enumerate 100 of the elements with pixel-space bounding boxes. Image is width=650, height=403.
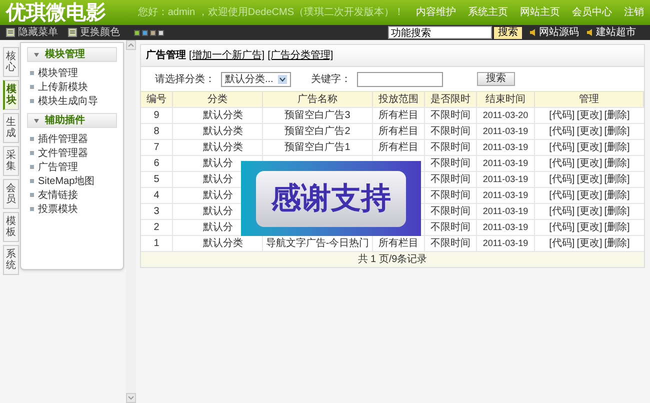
section-header[interactable]: 模块管理 <box>27 47 117 62</box>
table-cell-text: 默认分 <box>203 221 233 235</box>
action-link[interactable]: [更改] <box>576 188 602 203</box>
column-header: 管理 <box>535 92 644 107</box>
table-cell-text: 不限时间 <box>430 204 470 219</box>
side-tab[interactable]: 会员 <box>3 179 19 209</box>
action-link[interactable]: [更改] <box>576 220 602 235</box>
toolbar-button[interactable]: 隐藏菜单 <box>6 25 58 40</box>
panel-link[interactable]: [增加一个新广告] <box>189 48 265 63</box>
action-link[interactable]: [删除] <box>604 220 630 235</box>
action-link[interactable]: [更改] <box>576 172 602 187</box>
table-cell-text: 9 <box>154 109 160 123</box>
table-cell-text: 4 <box>154 189 160 203</box>
action-link[interactable]: [删除] <box>604 124 630 139</box>
sidebar-item[interactable]: 模块管理 <box>27 66 117 80</box>
action-link[interactable]: [代码] <box>549 156 575 171</box>
action-link[interactable]: [代码] <box>549 236 575 251</box>
section-header[interactable]: 辅助插件 <box>27 113 117 128</box>
side-tab[interactable]: 采集 <box>3 146 19 176</box>
table-cell-text: 默认分 <box>203 205 233 219</box>
action-link[interactable]: [代码] <box>549 172 575 187</box>
action-link[interactable]: [更改] <box>576 156 602 171</box>
sidebar-item[interactable]: 广告管理 <box>27 160 117 174</box>
action-link[interactable]: [代码] <box>549 204 575 219</box>
bullet-icon <box>30 165 34 169</box>
column-header: 是否限时 <box>425 92 477 107</box>
action-link[interactable]: [更改] <box>576 140 602 155</box>
panel-title: 广告管理 <box>146 48 186 63</box>
list-icon <box>6 28 15 37</box>
sidebar-item[interactable]: 友情链接 <box>27 188 117 202</box>
side-tab[interactable]: 系统 <box>3 245 19 275</box>
side-tab[interactable]: 模板 <box>3 212 19 242</box>
table-cell-text: 2 <box>154 221 160 235</box>
table-cell-text: 5 <box>154 173 160 187</box>
side-tab[interactable]: 生成 <box>3 113 19 143</box>
table-cell-text: 不限时间 <box>430 124 470 139</box>
search-button[interactable]: 搜索 <box>494 26 522 38</box>
search-field[interactable]: 功能搜索 <box>388 26 492 39</box>
table-cell-text: 默认分 <box>203 189 233 203</box>
filter-label: 关键字： <box>311 72 351 86</box>
panel-link[interactable]: [广告分类管理] <box>268 48 334 63</box>
table-cell-text: 预留空白广告3 <box>284 108 350 123</box>
filter-label: 请选择分类： <box>155 72 215 86</box>
caret-icon <box>34 118 39 122</box>
table-cell-text: 所有栏目 <box>378 108 418 123</box>
color-swatch[interactable] <box>142 30 148 36</box>
bullet-icon <box>30 207 34 211</box>
action-link[interactable]: [代码] <box>549 188 575 203</box>
sidebar-item[interactable]: 插件管理器 <box>27 132 117 146</box>
side-tab[interactable]: 模块 <box>3 80 19 110</box>
action-link[interactable]: [更改] <box>576 204 602 219</box>
search-button[interactable]: 搜索 <box>477 72 515 86</box>
sidebar-item[interactable]: 模块生成向导 <box>27 94 117 108</box>
side-tab[interactable]: 核心 <box>3 47 19 77</box>
bullet-icon <box>30 85 34 89</box>
table-cell-text: 不限时间 <box>430 188 470 203</box>
table-cell-text: 3 <box>154 205 160 219</box>
action-link[interactable]: [删除] <box>604 156 630 171</box>
action-link[interactable]: [更改] <box>576 236 602 251</box>
sidebar-item[interactable]: 上传新模块 <box>27 80 117 94</box>
action-link[interactable]: [代码] <box>549 124 575 139</box>
column-header: 投放范围 <box>373 92 425 107</box>
action-link[interactable]: [删除] <box>604 236 630 251</box>
action-link[interactable]: [代码] <box>549 220 575 235</box>
table-cell-text: 2011-03-19 <box>482 236 528 250</box>
toolbar-link[interactable]: 建站超市 <box>587 25 636 40</box>
action-link[interactable]: [代码] <box>549 108 575 123</box>
pagination-text: 共 1 页/9条记录 <box>141 251 644 267</box>
color-swatch[interactable] <box>158 30 164 36</box>
table-cell-text: 不限时间 <box>430 108 470 123</box>
bullet-icon <box>30 179 34 183</box>
action-link[interactable]: [更改] <box>576 108 602 123</box>
bullet-icon <box>30 99 34 103</box>
action-link[interactable]: [更改] <box>576 124 602 139</box>
table-cell-text: 7 <box>154 141 160 155</box>
action-link[interactable]: [删除] <box>604 172 630 187</box>
toolbar-link[interactable]: 网站源码 <box>530 25 579 40</box>
sidebar-item[interactable]: SiteMap地图 <box>27 174 117 188</box>
color-swatch[interactable] <box>150 30 156 36</box>
table-cell-text: 导航文字广告-今日热门 <box>266 236 370 251</box>
welcome-text: 您好：admin ，欢迎使用DedeCMS（璞琪二次开发版本）！ <box>138 6 404 20</box>
action-link[interactable]: [删除] <box>604 188 630 203</box>
sidebar-item[interactable]: 投票模块 <box>27 202 117 216</box>
action-link[interactable]: [删除] <box>604 204 630 219</box>
table-cell-text: 不限时间 <box>430 140 470 155</box>
toolbar-button[interactable]: 更换颜色 <box>68 25 120 40</box>
action-link[interactable]: [代码] <box>549 140 575 155</box>
table-cell-text: 默认分 <box>203 173 233 187</box>
table-cell-text: 不限时间 <box>430 220 470 235</box>
table-cell-text: 2011-03-19 <box>482 124 528 138</box>
list-icon <box>68 28 77 37</box>
action-link[interactable]: [删除] <box>604 108 630 123</box>
category-select[interactable]: 默认分类... <box>221 72 291 86</box>
bullet-icon <box>30 151 34 155</box>
action-link[interactable]: [删除] <box>604 140 630 155</box>
sidebar-item[interactable]: 文件管理器 <box>27 146 117 160</box>
speaker-icon <box>587 29 593 36</box>
keyword-field[interactable] <box>357 72 443 86</box>
color-swatch[interactable] <box>134 30 140 36</box>
table-cell-text: 不限时间 <box>430 172 470 187</box>
